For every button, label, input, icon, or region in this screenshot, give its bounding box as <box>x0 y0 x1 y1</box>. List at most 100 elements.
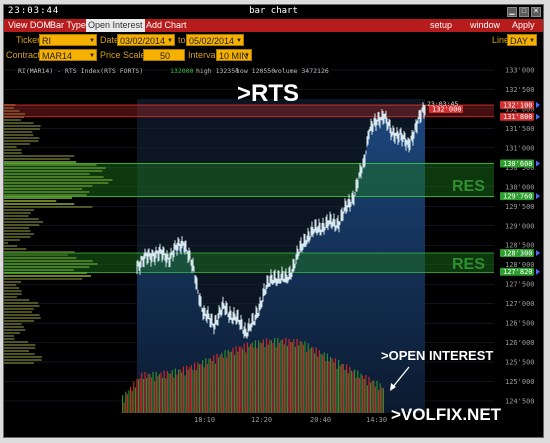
open-interest-bar <box>368 376 370 413</box>
window-title: bar chart <box>249 6 298 16</box>
profile-bar <box>4 314 40 316</box>
open-interest-bar <box>213 355 215 413</box>
menu-add-chart[interactable]: Add Chart <box>146 20 187 30</box>
menu-open-interest[interactable]: Open Interest <box>86 19 145 32</box>
open-interest-bar <box>130 386 132 413</box>
ticker-select[interactable]: RI ▼ <box>39 34 97 46</box>
price-marker-label: 129'760 <box>503 193 533 201</box>
chevron-down-icon: ▼ <box>236 38 242 44</box>
open-interest-bar <box>208 358 210 413</box>
price-marker-label: 127'820 <box>503 268 533 276</box>
open-interest-bar <box>240 346 242 413</box>
menu-bar-type[interactable]: Bar Type <box>50 20 86 30</box>
open-interest-bar <box>189 367 191 413</box>
open-interest-bar <box>250 344 252 413</box>
open-interest-bar <box>301 341 303 413</box>
open-interest-bar <box>146 378 148 413</box>
minimize-icon[interactable]: ▁ <box>507 7 517 17</box>
profile-bar <box>4 359 42 361</box>
open-interest-bar <box>269 339 271 413</box>
open-interest-bar <box>245 352 247 413</box>
profile-bar <box>4 212 31 214</box>
open-interest-bar <box>158 374 160 413</box>
open-interest-bar <box>200 364 202 413</box>
open-interest-bar <box>230 351 232 413</box>
open-interest-bar <box>285 337 287 413</box>
open-interest-bar <box>323 352 325 413</box>
profile-bar <box>4 284 17 286</box>
menu-view-dom[interactable]: View DOM <box>8 20 51 30</box>
profile-bar <box>4 275 91 277</box>
ticker-label: Ticker <box>16 35 41 45</box>
rts-overlay-title: >RTS <box>237 80 299 107</box>
time-axis-label: 20:40 <box>310 416 331 424</box>
open-interest-bar <box>262 339 264 413</box>
open-interest-bar <box>166 371 168 413</box>
open-interest-bar <box>266 338 268 413</box>
menu-bar: View DOM Bar Type Open Interest Add Char… <box>4 19 543 32</box>
profile-bar <box>4 326 24 328</box>
line-select[interactable]: DAY ▼ <box>507 34 537 46</box>
price-scale-label: Price Scale <box>100 50 146 60</box>
apply-button[interactable]: Apply <box>512 20 535 30</box>
open-interest-bar <box>334 358 336 413</box>
profile-bar <box>4 155 75 157</box>
menu-setup[interactable]: setup <box>430 20 452 30</box>
price-axis-label: 132'500 <box>505 86 535 94</box>
open-interest-bar <box>355 377 357 413</box>
maximize-icon[interactable]: □ <box>519 7 529 17</box>
open-interest-bar <box>187 369 189 413</box>
price-chart[interactable]: 133'000132'500132'000131'500131'000130'5… <box>4 64 544 438</box>
open-interest-bar <box>293 339 295 413</box>
date-from-field[interactable]: 03/02/2014 ▼ <box>117 34 175 46</box>
chevron-down-icon: ▼ <box>244 53 250 59</box>
open-interest-bar <box>338 359 340 413</box>
open-interest-bar <box>170 373 172 413</box>
price-axis-label: 127'500 <box>505 281 535 289</box>
profile-bar <box>4 356 42 358</box>
profile-bar <box>4 347 36 349</box>
open-interest-bar <box>347 373 349 413</box>
time-axis-label: 18:10 <box>194 416 215 424</box>
chevron-down-icon: ▼ <box>529 38 535 44</box>
open-interest-bar <box>190 365 192 413</box>
open-interest-bar <box>206 363 208 413</box>
open-interest-bar <box>336 368 338 413</box>
open-interest-bar <box>344 369 346 413</box>
profile-bar <box>4 278 83 280</box>
profile-bar <box>4 227 30 229</box>
interval-select[interactable]: 10 MIN ▼ <box>216 49 252 61</box>
bar-chart-window: 23:03:44 bar chart ▁ □ ✕ View DOM Bar Ty… <box>3 4 544 438</box>
ticker-value: RI <box>42 36 51 46</box>
open-interest-bar <box>275 347 277 413</box>
price-axis-label: 126'500 <box>505 320 535 328</box>
profile-bar <box>4 146 17 148</box>
open-interest-bar <box>138 379 140 413</box>
open-interest-bar <box>379 383 381 413</box>
contract-select[interactable]: MAR14 ▼ <box>39 49 97 61</box>
open-interest-bar <box>349 366 351 413</box>
volume-total: volume 3472126 <box>274 67 329 75</box>
price-axis-label: 124'500 <box>505 398 535 406</box>
open-interest-bar <box>178 369 180 413</box>
open-interest-bar <box>330 356 332 413</box>
profile-bar <box>4 215 29 217</box>
open-interest-bar <box>128 390 130 413</box>
profile-bar <box>4 353 35 355</box>
close-icon[interactable]: ✕ <box>531 7 541 17</box>
open-interest-bar <box>253 347 255 413</box>
open-interest-bar <box>302 344 304 413</box>
open-interest-bar <box>155 371 157 413</box>
open-interest-bar <box>282 339 284 413</box>
volfix-watermark: >VOLFIX.NET <box>391 405 502 424</box>
profile-bar <box>4 203 75 205</box>
open-interest-bar <box>152 371 154 413</box>
open-interest-bar <box>358 377 360 413</box>
date-to-field[interactable]: 05/02/2014 ▼ <box>186 34 244 46</box>
profile-bar <box>4 293 22 295</box>
open-interest-bar <box>366 385 368 413</box>
profile-bar <box>4 329 26 331</box>
price-scale-field[interactable]: 50 <box>143 49 185 61</box>
profile-bar <box>4 206 93 208</box>
menu-window[interactable]: window <box>470 20 500 30</box>
